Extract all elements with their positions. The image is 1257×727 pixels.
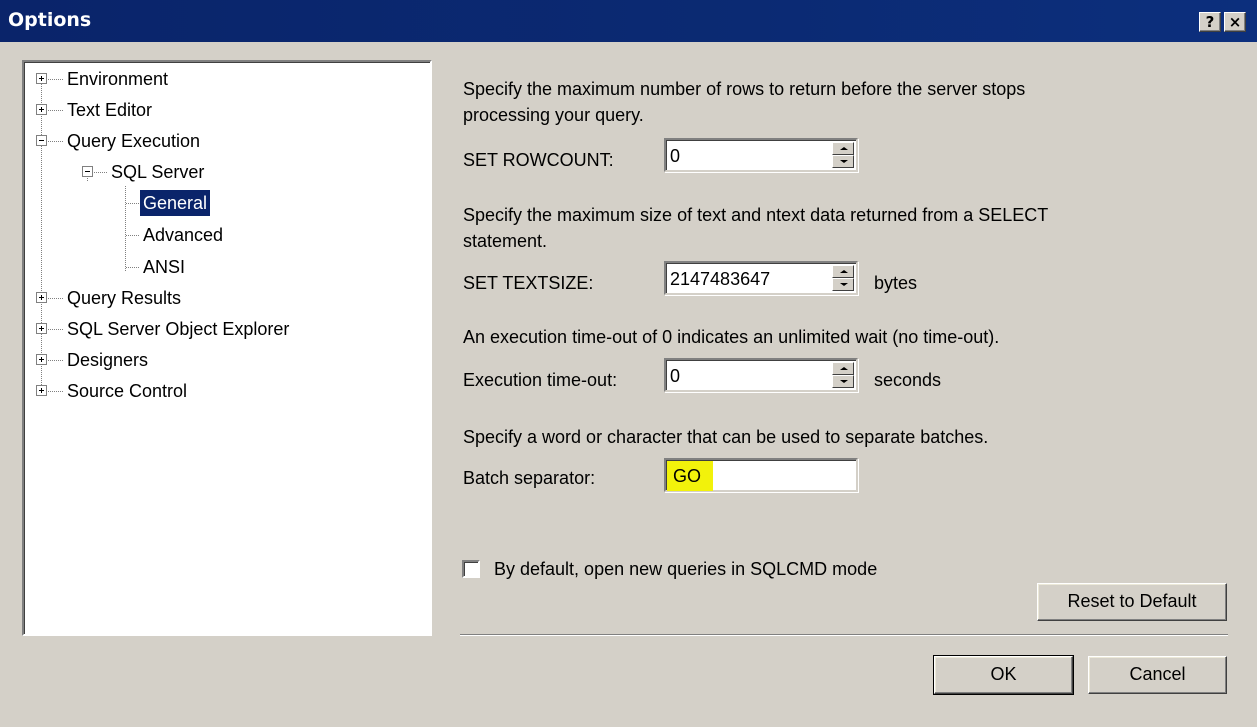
tree-item-label: Text Editor xyxy=(67,100,153,120)
tree-item-label: ANSI xyxy=(143,257,186,277)
batch-label: Batch separator: xyxy=(463,468,596,488)
tree-item-label: Designers xyxy=(67,350,149,370)
expand-icon[interactable] xyxy=(36,104,47,115)
spin-up-arrow-icon[interactable] xyxy=(832,265,854,278)
collapse-icon[interactable] xyxy=(36,135,47,146)
sqlcmd-checkbox[interactable] xyxy=(462,560,480,578)
rowcount-spin-buttons[interactable] xyxy=(832,142,854,168)
textsize-label: SET TEXTSIZE: xyxy=(463,273,594,293)
collapse-icon[interactable] xyxy=(82,166,93,177)
timeout-spin-buttons[interactable] xyxy=(832,362,854,388)
tree-item-label: Advanced xyxy=(143,225,224,245)
close-button[interactable]: × xyxy=(1224,12,1246,32)
tree-item-query-results[interactable]: Query Results xyxy=(24,285,424,311)
expand-icon[interactable] xyxy=(36,73,47,84)
textsize-spinner[interactable]: 2147483647 xyxy=(664,261,858,295)
tree-item-label: Source Control xyxy=(67,381,188,401)
cancel-button[interactable]: Cancel xyxy=(1088,656,1227,694)
tree-item-label: Environment xyxy=(67,69,169,89)
tree-item-general[interactable]: General xyxy=(24,190,424,216)
rowcount-label: SET ROWCOUNT: xyxy=(463,150,614,170)
textsize-description-line2: statement. xyxy=(463,231,548,251)
expand-icon[interactable] xyxy=(36,292,47,303)
rowcount-spinner[interactable]: 0 xyxy=(664,138,858,172)
tree-item-ansi[interactable]: ANSI xyxy=(24,254,424,280)
timeout-spinner[interactable]: 0 xyxy=(664,358,858,392)
tree-item-label: Query Results xyxy=(67,288,182,308)
batch-separator-input[interactable]: GO xyxy=(664,458,858,492)
expand-icon[interactable] xyxy=(36,385,47,396)
tree-item-label: General xyxy=(140,190,211,216)
rowcount-description-line1: Specify the maximum number of rows to re… xyxy=(463,79,1026,99)
batch-description: Specify a word or character that can be … xyxy=(463,427,989,447)
dialog-title: Options xyxy=(8,9,92,31)
spin-down-arrow-icon[interactable] xyxy=(832,375,854,388)
timeout-value[interactable]: 0 xyxy=(670,365,680,387)
timeout-unit: seconds xyxy=(874,370,942,390)
tree-item-text-editor[interactable]: Text Editor xyxy=(24,97,424,123)
tree-item-query-execution[interactable]: Query Execution xyxy=(24,128,424,154)
tree-item-designers[interactable]: Designers xyxy=(24,347,424,373)
expand-icon[interactable] xyxy=(36,354,47,365)
title-bar: Options ? × xyxy=(0,0,1257,42)
spin-down-arrow-icon[interactable] xyxy=(832,155,854,168)
timeout-description: An execution time-out of 0 indicates an … xyxy=(463,327,1000,347)
tree-item-sql-server-object-explorer[interactable]: SQL Server Object Explorer xyxy=(24,316,424,342)
spin-up-arrow-icon[interactable] xyxy=(832,362,854,375)
options-tree[interactable]: Environment Text Editor Query Execution … xyxy=(22,60,432,636)
textsize-value[interactable]: 2147483647 xyxy=(670,268,770,290)
timeout-label: Execution time-out: xyxy=(463,370,618,390)
separator-line xyxy=(460,634,1228,636)
help-button[interactable]: ? xyxy=(1199,12,1221,32)
textsize-description-line1: Specify the maximum size of text and nte… xyxy=(463,205,1049,225)
tree-item-advanced[interactable]: Advanced xyxy=(24,222,424,248)
batch-separator-value[interactable]: GO xyxy=(673,465,701,487)
reset-to-default-button[interactable]: Reset to Default xyxy=(1037,583,1227,621)
tree-item-label: SQL Server Object Explorer xyxy=(67,319,290,339)
rowcount-value[interactable]: 0 xyxy=(670,145,680,167)
rowcount-description-line2: processing your query. xyxy=(463,105,644,125)
tree-item-label: Query Execution xyxy=(67,131,201,151)
tree-item-sql-server[interactable]: SQL Server xyxy=(24,159,424,185)
textsize-spin-buttons[interactable] xyxy=(832,265,854,291)
spin-up-arrow-icon[interactable] xyxy=(832,142,854,155)
ok-button[interactable]: OK xyxy=(933,655,1074,695)
expand-icon[interactable] xyxy=(36,323,47,334)
spin-down-arrow-icon[interactable] xyxy=(832,278,854,291)
sqlcmd-checkbox-label[interactable]: By default, open new queries in SQLCMD m… xyxy=(494,557,877,581)
textsize-unit: bytes xyxy=(874,273,918,293)
tree-item-label: SQL Server xyxy=(111,162,205,182)
tree-item-source-control[interactable]: Source Control xyxy=(24,378,424,404)
tree-item-environment[interactable]: Environment xyxy=(24,66,424,92)
